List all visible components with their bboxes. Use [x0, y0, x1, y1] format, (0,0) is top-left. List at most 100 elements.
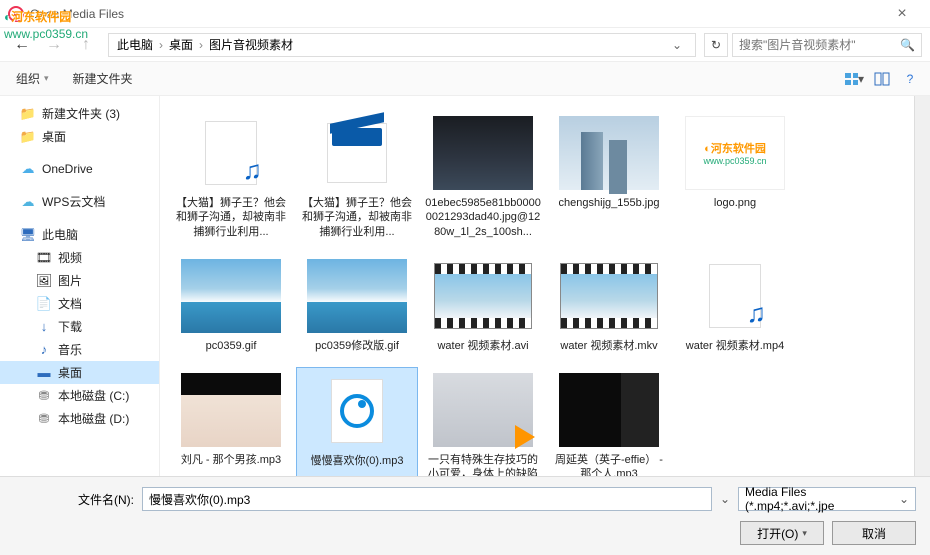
open-button[interactable]: 打开(O)▾	[740, 521, 824, 545]
sidebar-item-desktop[interactable]: ▬ 桌面	[0, 361, 159, 384]
image-thumb	[559, 373, 659, 447]
sidebar-item-drive[interactable]: ⛃本地磁盘 (D:)	[0, 407, 159, 430]
file-item[interactable]: pc0359修改版.gif	[296, 253, 418, 359]
file-name: 慢慢喜欢你(0).mp3	[299, 454, 415, 468]
wps-icon: ☁	[20, 194, 36, 210]
sidebar-item-label: 桌面	[58, 364, 82, 381]
file-name: 【大猫】狮子王？他会和狮子沟通，却被南非捕狮行业利用...	[172, 196, 290, 239]
help-icon[interactable]: ?	[900, 71, 920, 87]
sidebar-item-label: 桌面	[42, 128, 66, 145]
filetype-dropdown[interactable]: Media Files (*.mp4;*.avi;*.jpe ⌄	[738, 487, 916, 511]
sidebar-item-music[interactable]: ♪音乐	[0, 338, 159, 361]
chevron-down-icon[interactable]: ⌄	[667, 38, 687, 52]
file-name: logo.png	[676, 196, 794, 210]
toolbar: 组织▾ 新建文件夹 ▾ ?	[0, 62, 930, 96]
file-name: water 视频素材.avi	[424, 339, 542, 353]
video-icon: 🎞	[36, 250, 52, 266]
close-icon[interactable]: ×	[882, 5, 922, 23]
sidebar-item-label: 此电脑	[42, 226, 78, 243]
pc-icon: 🖥	[20, 227, 36, 243]
file-name: pc0359.gif	[172, 339, 290, 353]
window-title: Open Media Files	[30, 7, 882, 21]
sidebar-item-downloads[interactable]: ↓下载	[0, 315, 159, 338]
sidebar-item-label: 本地磁盘 (C:)	[58, 387, 129, 404]
file-item[interactable]: 周延英（英子-effie） - 那个人.mp3	[548, 367, 670, 476]
sidebar-item-pc[interactable]: 🖥 此电脑	[0, 223, 159, 246]
sidebar-item-wps[interactable]: ☁ WPS云文档	[0, 190, 159, 213]
search-icon[interactable]: 🔍	[900, 38, 915, 52]
sidebar-item-folder[interactable]: 📁桌面	[0, 125, 159, 148]
filename-input[interactable]	[142, 487, 712, 511]
back-button[interactable]: ←	[8, 31, 36, 59]
image-thumb	[433, 373, 533, 447]
file-name: 刘凡 - 那个男孩.mp3	[172, 453, 290, 467]
onedrive-icon: ☁	[20, 161, 36, 177]
sidebar-item-label: WPS云文档	[42, 193, 105, 210]
chevron-down-icon[interactable]: ⌄	[720, 492, 730, 506]
image-thumb	[181, 373, 281, 447]
file-name: 周延英（英子-effie） - 那个人.mp3	[550, 453, 668, 476]
search-field[interactable]	[739, 38, 900, 52]
view-details-icon[interactable]	[872, 71, 892, 87]
titlebar: Open Media Files ×	[0, 0, 930, 28]
film-thumb-icon	[434, 263, 532, 329]
breadcrumb-seg[interactable]: 此电脑	[117, 36, 153, 53]
up-button[interactable]: ↑	[72, 31, 100, 59]
new-folder-button[interactable]: 新建文件夹	[67, 66, 139, 91]
sidebar-item-folder[interactable]: 📁新建文件夹 (3)	[0, 102, 159, 125]
sidebar-item-label: 音乐	[58, 341, 82, 358]
sidebar-item-pictures[interactable]: 🖼图片	[0, 269, 159, 292]
image-thumb	[559, 116, 659, 190]
file-item[interactable]: 01ebec5985e81bb00000021293dad40.jpg@1280…	[422, 110, 544, 245]
file-name: water 视频素材.mkv	[550, 339, 668, 353]
filename-label: 文件名(N):	[14, 491, 134, 508]
file-item[interactable]: water 视频素材.mp4	[674, 253, 796, 359]
breadcrumb[interactable]: 此电脑 › 桌面 › 图片音视频素材 ⌄	[108, 33, 696, 57]
file-item[interactable]: 【大猫】狮子王？他会和狮子沟通，却被南非捕狮行业利用...	[296, 110, 418, 245]
sidebar-item-label: OneDrive	[42, 162, 93, 176]
sidebar-item-onedrive[interactable]: ☁ OneDrive	[0, 158, 159, 180]
audio-file-icon	[331, 379, 383, 443]
video-file-icon	[327, 123, 387, 183]
sidebar-item-docs[interactable]: 📄文档	[0, 292, 159, 315]
file-item[interactable]: water 视频素材.avi	[422, 253, 544, 359]
file-name: 01ebec5985e81bb00000021293dad40.jpg@1280…	[424, 196, 542, 239]
file-item[interactable]: 【大猫】狮子王？他会和狮子沟通，却被南非捕狮行业利用...	[170, 110, 292, 245]
app-icon	[8, 6, 24, 22]
file-name: chengshijg_155b.jpg	[550, 196, 668, 210]
organize-button[interactable]: 组织▾	[10, 66, 55, 91]
sidebar-item-drive[interactable]: ⛃ 本地磁盘 (C:)	[0, 384, 159, 407]
film-thumb-icon	[560, 263, 658, 329]
image-thumb	[433, 116, 533, 190]
sidebar-item-label: 本地磁盘 (D:)	[58, 410, 129, 427]
image-thumb	[181, 259, 281, 333]
file-name: water 视频素材.mp4	[676, 339, 794, 353]
file-item[interactable]: water 视频素材.mkv	[548, 253, 670, 359]
cancel-button[interactable]: 取消	[832, 521, 916, 545]
breadcrumb-seg[interactable]: 桌面	[169, 36, 193, 53]
chevron-right-icon: ›	[159, 38, 163, 52]
chevron-down-icon: ▾	[44, 73, 49, 84]
file-item[interactable]: 慢慢喜欢你(0).mp3	[296, 367, 418, 476]
file-item[interactable]: 刘凡 - 那个男孩.mp3	[170, 367, 292, 476]
desktop-icon: ▬	[36, 365, 52, 381]
drive-icon: ⛃	[36, 388, 52, 404]
chevron-right-icon: ›	[199, 38, 203, 52]
file-item[interactable]: chengshijg_155b.jpg	[548, 110, 670, 245]
refresh-button[interactable]: ↻	[704, 33, 728, 57]
file-item[interactable]: pc0359.gif	[170, 253, 292, 359]
file-item[interactable]: 一只有特殊生存技巧的小可爱，身体上的缺陷并不可怕，可怕...	[422, 367, 544, 476]
file-item[interactable]: ◐河东软件园www.pc0359.cnlogo.png	[674, 110, 796, 245]
breadcrumb-seg[interactable]: 图片音视频素材	[209, 36, 293, 53]
folder-icon: 📁	[20, 106, 36, 122]
view-thumbnails-icon[interactable]: ▾	[844, 71, 864, 87]
sidebar-item-label: 文档	[58, 295, 82, 312]
sidebar-item-video[interactable]: 🎞 视频	[0, 246, 159, 269]
file-grid: 【大猫】狮子王？他会和狮子沟通，却被南非捕狮行业利用...【大猫】狮子王？他会和…	[160, 96, 914, 476]
sidebar: 📁新建文件夹 (3)📁桌面☁OneDrive☁WPS云文档🖥此电脑🎞视频🖼图片📄…	[0, 96, 160, 476]
search-input[interactable]: 🔍	[732, 33, 922, 57]
scrollbar[interactable]	[914, 96, 930, 476]
sidebar-item-label: 视频	[58, 249, 82, 266]
music-file-icon	[205, 121, 257, 185]
forward-button[interactable]: →	[40, 31, 68, 59]
